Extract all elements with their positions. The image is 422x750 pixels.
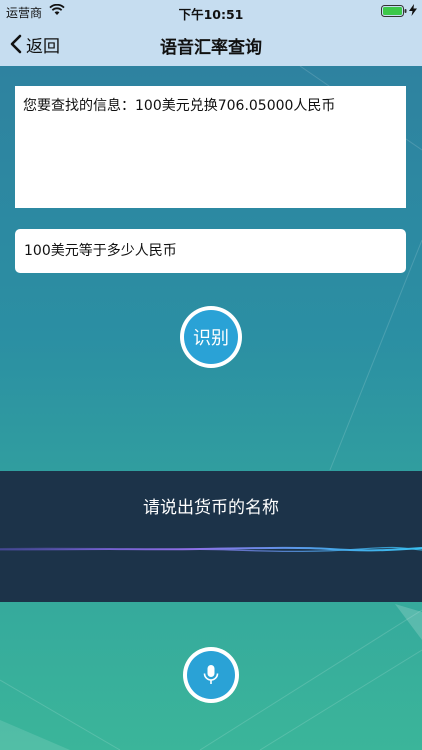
navigation-bar: 返回 语音汇率查询 <box>0 22 422 66</box>
battery-icon <box>381 5 407 17</box>
voice-input-panel: 请说出货币的名称 <box>0 471 422 602</box>
recognize-label: 识别 <box>184 310 238 364</box>
result-text-area[interactable]: 您要查找的信息：100美元兑换706.05000人民币 <box>15 86 406 208</box>
status-bar: 运营商 下午10:51 <box>0 0 422 22</box>
mic-button-inner <box>187 651 235 699</box>
bolt-icon <box>409 4 417 16</box>
query-input[interactable] <box>15 229 406 273</box>
recognize-button[interactable]: 识别 <box>180 306 242 368</box>
page-title: 语音汇率查询 <box>160 38 262 58</box>
status-time: 下午10:51 <box>178 7 244 22</box>
waveform-graphic <box>0 546 422 552</box>
voice-prompt: 请说出货币的名称 <box>143 498 279 518</box>
microphone-button[interactable] <box>183 647 239 703</box>
microphone-icon <box>203 665 219 684</box>
